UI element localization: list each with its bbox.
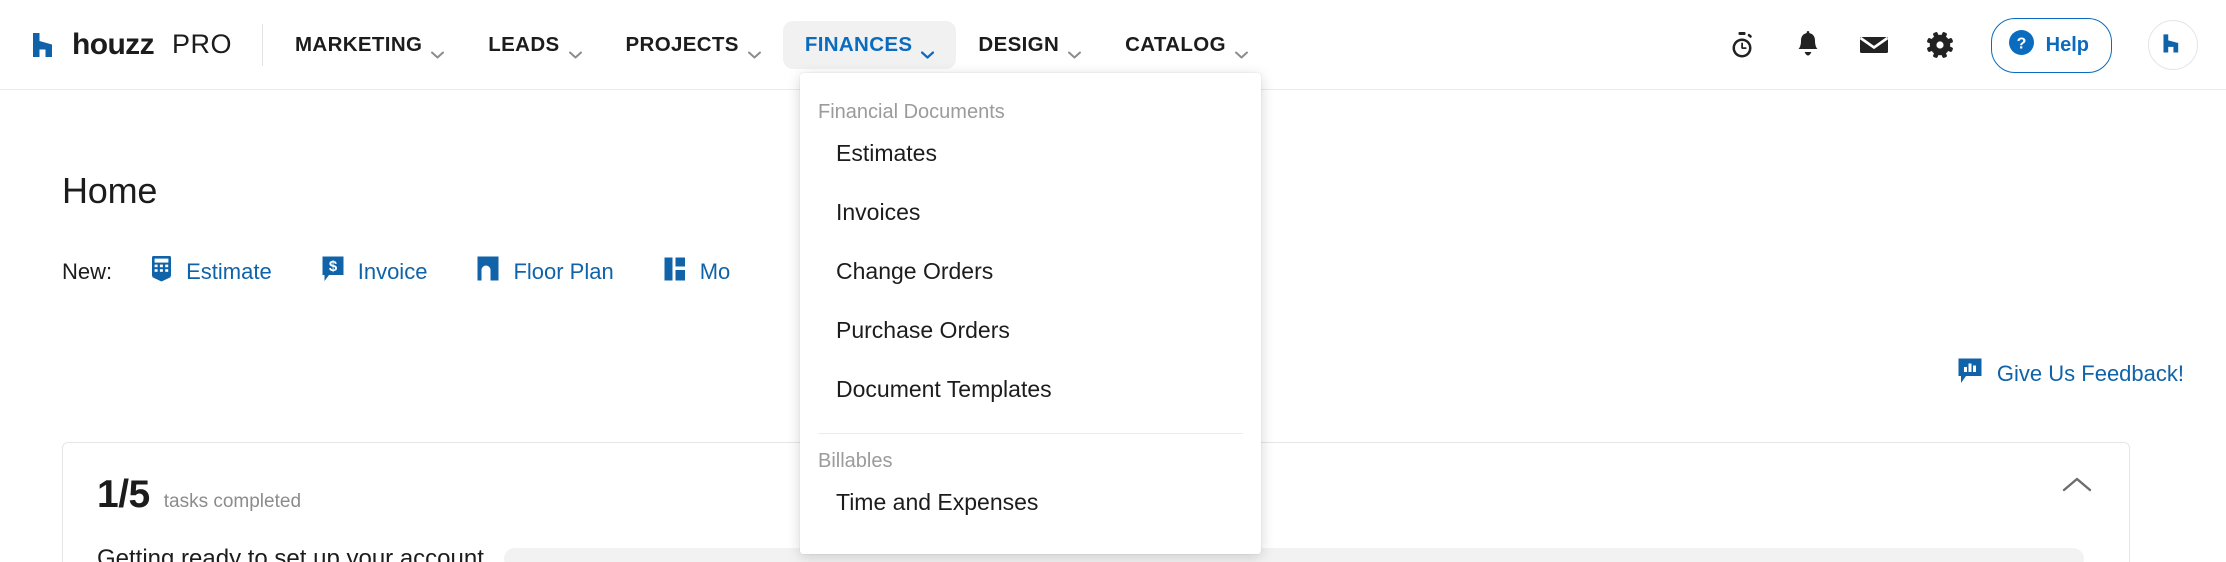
dropdown-item-change-orders[interactable]: Change Orders (800, 242, 1261, 301)
nav-item-catalog[interactable]: CATALOG (1103, 21, 1270, 69)
dropdown-item-purchase-orders[interactable]: Purchase Orders (800, 301, 1261, 360)
help-button-label: Help (2045, 33, 2089, 56)
nav-item-marketing[interactable]: MARKETING (273, 21, 466, 69)
nav-item-label: FINANCES (804, 32, 913, 56)
brand-logo[interactable]: houzz PRO (30, 28, 232, 62)
bell-icon[interactable] (1793, 30, 1823, 60)
brand-suffix: PRO (171, 29, 232, 59)
calculator-icon (150, 255, 173, 288)
new-label: New: (62, 258, 113, 284)
new-floor-plan-link[interactable]: Floor Plan (476, 255, 614, 288)
dropdown-group-label-billables: Billables (818, 450, 893, 472)
envelope-icon[interactable] (1859, 30, 1889, 60)
nav-item-leads[interactable]: LEADS (466, 21, 603, 69)
gear-icon[interactable] (1925, 30, 1955, 60)
nav-item-design[interactable]: DESIGN (956, 21, 1103, 69)
chevron-down-icon (747, 41, 761, 58)
chevron-down-icon (431, 41, 445, 58)
new-mood-board-link[interactable]: Mo (663, 256, 731, 288)
avatar[interactable] (2148, 20, 2198, 70)
chevron-down-icon (921, 41, 935, 59)
chevron-down-icon (568, 41, 582, 58)
mood-board-icon (663, 256, 687, 288)
brand-name: houzz (72, 27, 155, 61)
nav-right-actions: ? Help (1727, 0, 2198, 90)
nav-divider (262, 23, 263, 66)
new-estimate-link[interactable]: Estimate (150, 255, 272, 288)
feedback-label: Give Us Feedback! (1996, 360, 2184, 386)
collapse-card-button[interactable] (2055, 465, 2099, 509)
progress-label: Getting ready to set up your account (97, 545, 484, 562)
nav-item-projects[interactable]: PROJECTS (604, 21, 783, 69)
finances-dropdown-menu: Financial Documents Estimates Invoices C… (800, 73, 1261, 554)
new-item-label: Floor Plan (513, 258, 614, 284)
question-mark-circle-icon: ? (2008, 29, 2035, 62)
help-button[interactable]: ? Help (1990, 17, 2112, 73)
give-us-feedback-link[interactable]: Give Us Feedback! (1957, 357, 2184, 390)
new-item-label: Estimate (186, 258, 272, 284)
chevron-up-icon (2062, 476, 2092, 499)
chevron-down-icon (1068, 41, 1082, 58)
dropdown-item-invoices[interactable]: Invoices (800, 183, 1261, 242)
dropdown-separator (818, 433, 1243, 434)
stopwatch-icon[interactable] (1727, 30, 1757, 60)
floor-plan-icon (476, 255, 500, 288)
svg-text:$: $ (329, 258, 338, 275)
app-root: houzz PRO MARKETING LEADS PROJECTS FINAN… (0, 0, 2226, 562)
nav-item-label: PROJECTS (625, 32, 739, 56)
svg-text:?: ? (2016, 35, 2026, 52)
nav-item-label: LEADS (488, 32, 560, 56)
dollar-bubble-icon: $ (321, 255, 345, 288)
nav-item-finances[interactable]: FINANCES (782, 20, 957, 69)
new-invoice-link[interactable]: $ Invoice (321, 255, 428, 288)
nav-item-label: DESIGN (978, 32, 1060, 56)
chart-bubble-icon (1957, 357, 1983, 390)
dropdown-item-time-and-expenses[interactable]: Time and Expenses (800, 473, 1261, 532)
tasks-fraction: 1/5 (97, 473, 150, 516)
houzz-logo-icon (30, 30, 60, 60)
chevron-down-icon (1234, 41, 1248, 58)
nav-item-label: MARKETING (295, 32, 423, 56)
tasks-completed-label: tasks completed (163, 491, 302, 512)
nav-item-label: CATALOG (1125, 32, 1226, 56)
new-item-label: Mo (699, 258, 731, 284)
new-item-label: Invoice (357, 258, 428, 284)
progress-bar (503, 548, 2084, 562)
dropdown-item-document-templates[interactable]: Document Templates (800, 360, 1261, 419)
dropdown-item-estimates[interactable]: Estimates (800, 124, 1261, 183)
houzz-avatar-icon (2160, 30, 2186, 61)
dropdown-group-label-financial-documents: Financial Documents (818, 101, 1005, 123)
